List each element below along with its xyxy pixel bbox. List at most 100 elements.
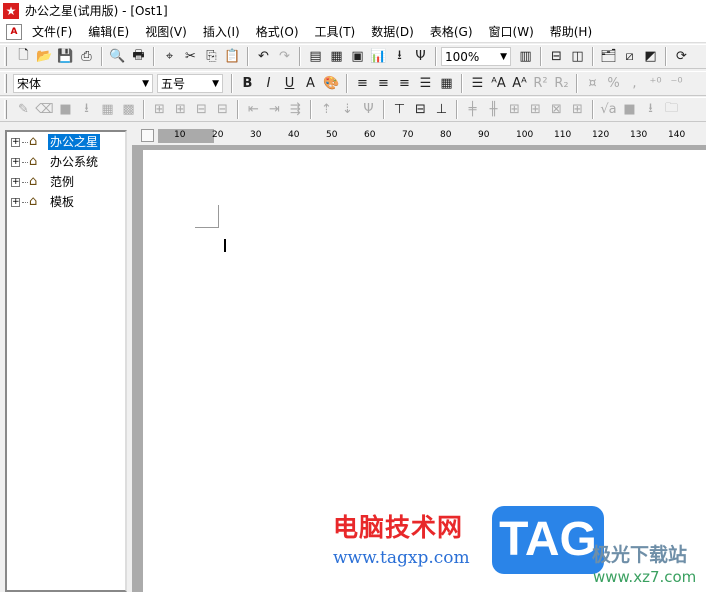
insert-table-icon[interactable]: ▦ — [326, 47, 347, 67]
percent-icon[interactable]: % — [603, 74, 624, 94]
align-center-icon[interactable]: ≡ — [373, 74, 394, 94]
insert-chart-icon[interactable]: 📊 — [368, 47, 389, 67]
folder-icon[interactable]: 🗀 — [661, 100, 682, 120]
expand-icon[interactable]: + — [11, 197, 20, 207]
fit-width-icon[interactable]: ⊠ — [546, 100, 567, 120]
formula-icon[interactable]: √a — [598, 100, 619, 120]
new-icon[interactable]: 🗋 — [13, 47, 34, 67]
draw-icon[interactable]: ◩ — [640, 47, 661, 67]
chevron-down-icon[interactable]: ▼ — [142, 79, 149, 89]
eraser-icon[interactable]: ⌫ — [34, 100, 55, 120]
menu-item[interactable]: 文件(F) — [32, 23, 72, 40]
font-color-icon[interactable]: 🎨 — [321, 74, 342, 94]
menu-item[interactable]: 视图(V) — [145, 23, 187, 40]
subscript-icon[interactable]: R₂ — [551, 74, 572, 94]
insert-image-icon[interactable]: ▣ — [347, 47, 368, 67]
chevron-down-icon[interactable]: ▼ — [500, 52, 507, 62]
menu-item[interactable]: 表格(G) — [430, 23, 473, 40]
dropdown-arrow-icon[interactable]: ⭳ — [76, 100, 97, 120]
document-icon[interactable]: A — [6, 23, 22, 40]
chevron-down-icon[interactable]: ▼ — [212, 79, 219, 89]
fill-color-icon[interactable]: ■ — [619, 100, 640, 120]
decrease-decimal-icon[interactable]: ⁻⁰ — [666, 74, 687, 94]
expand-icon[interactable]: + — [11, 157, 20, 167]
merge-cells-icon[interactable]: ⇶ — [285, 100, 306, 120]
cell-border-icon[interactable]: ▦ — [97, 100, 118, 120]
expand-icon[interactable]: + — [11, 137, 20, 147]
menu-item[interactable]: 插入(I) — [203, 23, 240, 40]
zoom-combo[interactable]: 100% ▼ — [441, 47, 511, 66]
print-preview-icon[interactable]: 🔍 — [107, 47, 128, 67]
menu-item[interactable]: 窗口(W) — [489, 23, 534, 40]
equal-height-icon[interactable]: ⊞ — [525, 100, 546, 120]
split-down-icon[interactable]: ⇣ — [337, 100, 358, 120]
cell-fill-icon[interactable]: ■ — [55, 100, 76, 120]
font-combo[interactable]: 宋体 ▼ — [13, 74, 153, 93]
refresh-icon[interactable]: ⟳ — [671, 47, 692, 67]
row-height-icon[interactable]: ╫ — [483, 100, 504, 120]
distribute-icon[interactable]: ▦ — [436, 74, 457, 94]
delete-row-icon[interactable]: ⊟ — [191, 100, 212, 120]
align-left-icon[interactable]: ≡ — [352, 74, 373, 94]
copy-icon[interactable]: ⎘ — [201, 47, 222, 67]
merge-left-icon[interactable]: ⇤ — [243, 100, 264, 120]
align-bottom-icon[interactable]: ⊥ — [431, 100, 452, 120]
toolbar-grip[interactable] — [4, 74, 7, 93]
undo-icon[interactable]: ↶ — [253, 47, 274, 67]
tree-node[interactable]: + ⌂ 模板 — [7, 192, 125, 212]
menu-item[interactable]: 工具(T) — [315, 23, 356, 40]
merge-right-icon[interactable]: ⇥ — [264, 100, 285, 120]
fit-height-icon[interactable]: ⊞ — [567, 100, 588, 120]
insert-col-icon[interactable]: ⊞ — [170, 100, 191, 120]
split-cell-icon[interactable]: Ψ — [358, 100, 379, 120]
split-vertical-icon[interactable]: ◫ — [567, 47, 588, 67]
size-combo[interactable]: 五号 ▼ — [157, 74, 223, 93]
grow-font-icon[interactable]: ᴬA — [488, 74, 509, 94]
italic-icon[interactable]: I — [258, 74, 279, 94]
find-icon[interactable]: ⌖ — [159, 47, 180, 67]
menu-item[interactable]: 格式(O) — [256, 23, 299, 40]
full-page-icon[interactable]: ▥ — [515, 47, 536, 67]
dropdown-arrow-icon[interactable]: ⭳ — [389, 47, 410, 67]
edit-frame-icon[interactable]: ⧄ — [619, 47, 640, 67]
pen-icon[interactable]: ✎ — [13, 100, 34, 120]
dropdown-arrow-icon[interactable]: ⭳ — [640, 100, 661, 120]
shrink-font-icon[interactable]: Aᴬ — [509, 74, 530, 94]
print-setup-icon[interactable]: ⎙ — [76, 47, 97, 67]
tree-node[interactable]: + ⌂ 办公之星 — [7, 132, 125, 152]
increase-decimal-icon[interactable]: ⁺⁰ — [645, 74, 666, 94]
expand-icon[interactable]: + — [11, 177, 20, 187]
doc-browser-icon[interactable]: 🗂 — [598, 47, 619, 67]
justify-icon[interactable]: ☰ — [415, 74, 436, 94]
split-horizontal-icon[interactable]: ⊟ — [546, 47, 567, 67]
cell-grid-icon[interactable]: ▩ — [118, 100, 139, 120]
tree-node[interactable]: + ⌂ 办公系统 — [7, 152, 125, 172]
align-middle-icon[interactable]: ⊟ — [410, 100, 431, 120]
split-up-icon[interactable]: ⇡ — [316, 100, 337, 120]
save-icon[interactable]: 💾 — [55, 47, 76, 67]
font-shade-icon[interactable]: A — [300, 74, 321, 94]
insert-row-icon[interactable]: ⊞ — [149, 100, 170, 120]
tree-node[interactable]: + ⌂ 范例 — [7, 172, 125, 192]
currency-icon[interactable]: ¤ — [582, 74, 603, 94]
toolbar-grip[interactable] — [4, 47, 7, 66]
bold-icon[interactable]: B — [237, 74, 258, 94]
menu-item[interactable]: 数据(D) — [371, 23, 414, 40]
menu-item[interactable]: 编辑(E) — [88, 23, 129, 40]
cut-icon[interactable]: ✂ — [180, 47, 201, 67]
print-icon[interactable]: 🖶 — [128, 47, 149, 67]
equal-width-icon[interactable]: ⊞ — [504, 100, 525, 120]
paste-icon[interactable]: 📋 — [222, 47, 243, 67]
comma-icon[interactable]: , — [624, 74, 645, 94]
toolbar-grip[interactable] — [4, 100, 7, 119]
align-top-icon[interactable]: ⊤ — [389, 100, 410, 120]
line-spacing-icon[interactable]: ☰ — [467, 74, 488, 94]
text-frame-icon[interactable]: ▤ — [305, 47, 326, 67]
ruler-corner-button[interactable] — [141, 129, 154, 142]
underline-icon[interactable]: U — [279, 74, 300, 94]
symbol-icon[interactable]: Ψ — [410, 47, 431, 67]
delete-col-icon[interactable]: ⊟ — [212, 100, 233, 120]
superscript-icon[interactable]: R² — [530, 74, 551, 94]
open-icon[interactable]: 📂 — [34, 47, 55, 67]
redo-icon[interactable]: ↷ — [274, 47, 295, 67]
